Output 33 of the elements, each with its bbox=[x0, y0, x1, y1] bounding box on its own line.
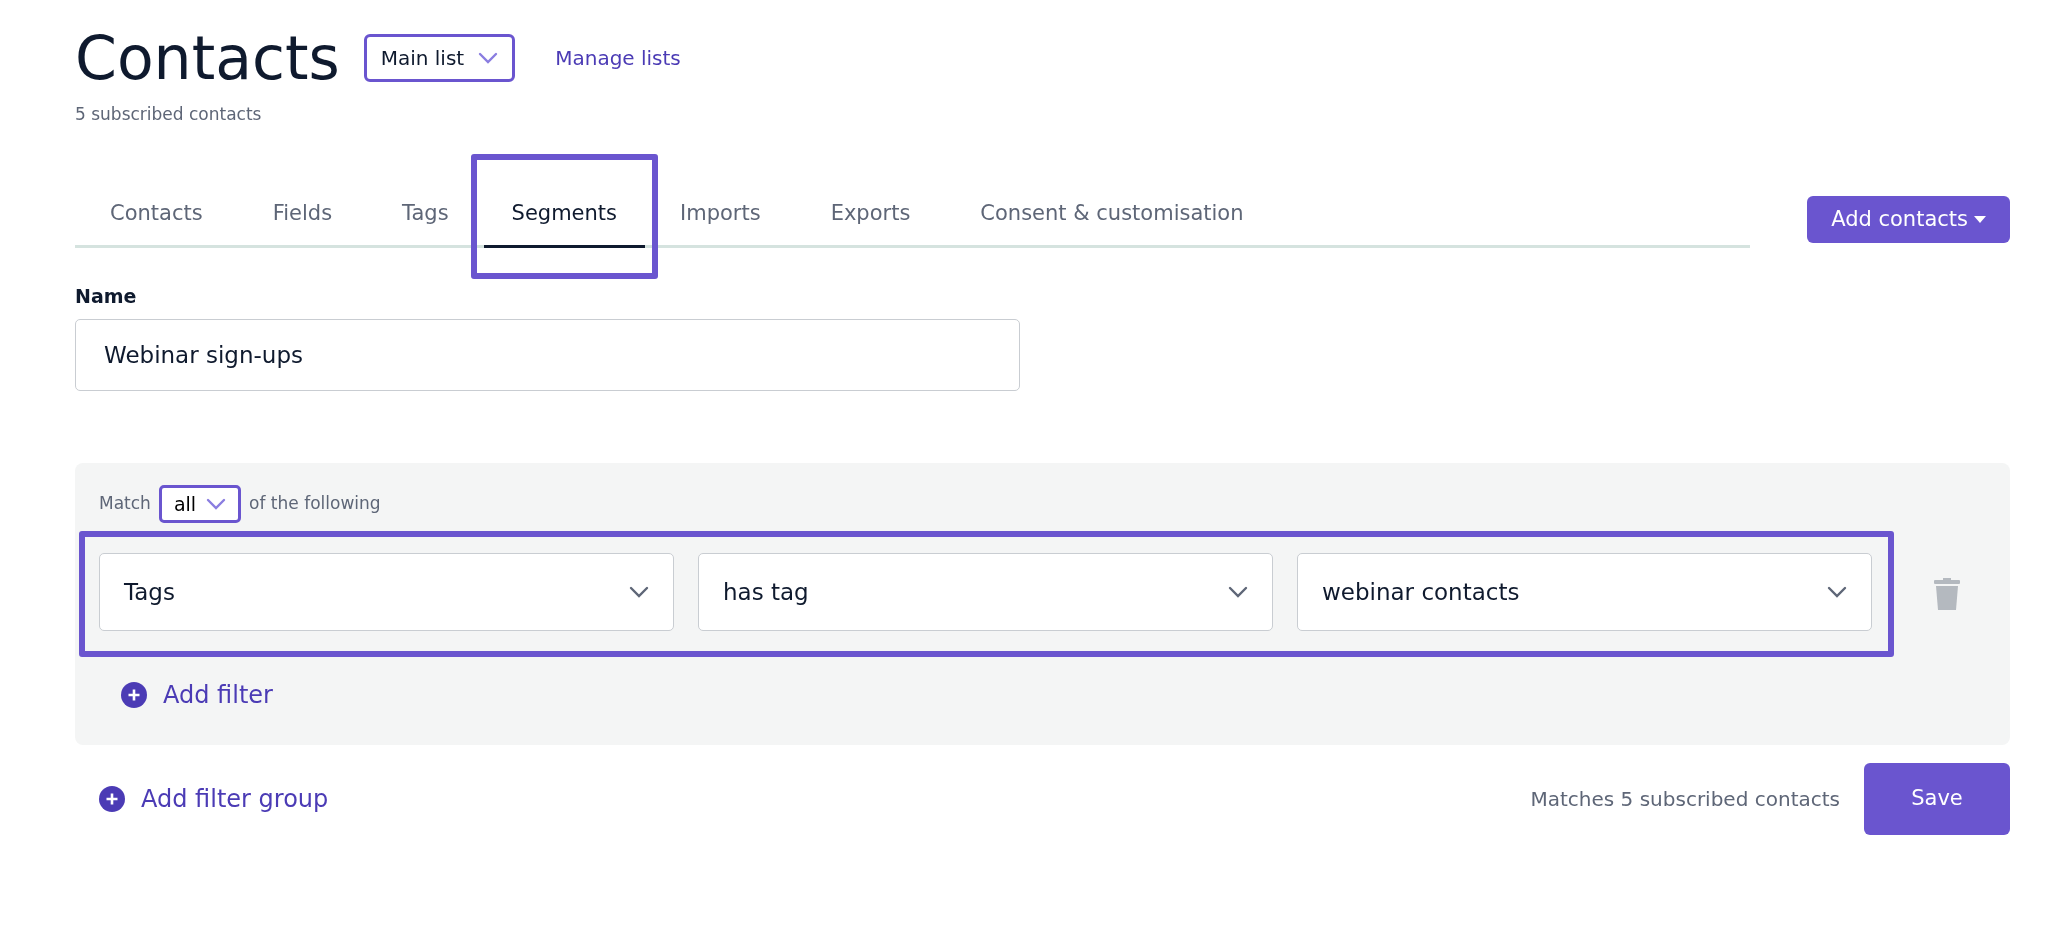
caret-icon bbox=[1974, 216, 1986, 223]
chevron-down-icon bbox=[206, 497, 227, 510]
chevron-down-icon bbox=[1827, 586, 1847, 598]
chevron-down-icon bbox=[1228, 586, 1248, 598]
plus-circle-icon bbox=[121, 682, 147, 708]
tab[interactable]: Exports bbox=[795, 183, 946, 245]
filter-dropdown[interactable]: Tags bbox=[99, 553, 674, 631]
trash-icon[interactable] bbox=[1934, 578, 1960, 610]
match-dropdown[interactable]: all bbox=[158, 484, 242, 523]
field-label: Name bbox=[75, 284, 138, 309]
match-label: Match bbox=[99, 492, 151, 515]
tab[interactable]: Tags bbox=[367, 183, 484, 245]
filter-dropdown[interactable]: has tag bbox=[698, 553, 1273, 631]
chevron-down-icon bbox=[478, 52, 499, 64]
plus-circle-icon bbox=[99, 786, 125, 812]
filter-dropdown[interactable]: webinar contacts bbox=[1297, 553, 1872, 631]
match-count: Matches 5 subscribed contacts bbox=[1530, 786, 1840, 813]
add-filter-group-link[interactable]: Add filter group bbox=[99, 781, 329, 817]
subscriber-count: 5 subscribed contacts bbox=[75, 103, 263, 126]
tab[interactable]: Consent & customisation bbox=[945, 183, 1279, 245]
tab[interactable]: Contacts bbox=[75, 183, 238, 245]
save-button[interactable]: Save bbox=[1864, 763, 2010, 835]
chevron-down-icon bbox=[629, 586, 649, 598]
list-dropdown[interactable]: Main list bbox=[363, 34, 516, 82]
manage-lists-link[interactable]: Manage lists bbox=[555, 43, 681, 73]
add-filter-link[interactable]: Add filter bbox=[121, 677, 273, 713]
page-title: Contacts bbox=[75, 28, 340, 88]
tab[interactable]: Fields bbox=[237, 183, 368, 245]
tab[interactable]: Imports bbox=[645, 183, 796, 245]
name-input[interactable]: Webinar sign-ups bbox=[75, 318, 1020, 391]
tab[interactable]: Segments bbox=[483, 183, 646, 245]
match-suffix: of the following bbox=[249, 492, 381, 515]
add-contacts-button[interactable]: Add contacts bbox=[1807, 195, 2010, 243]
